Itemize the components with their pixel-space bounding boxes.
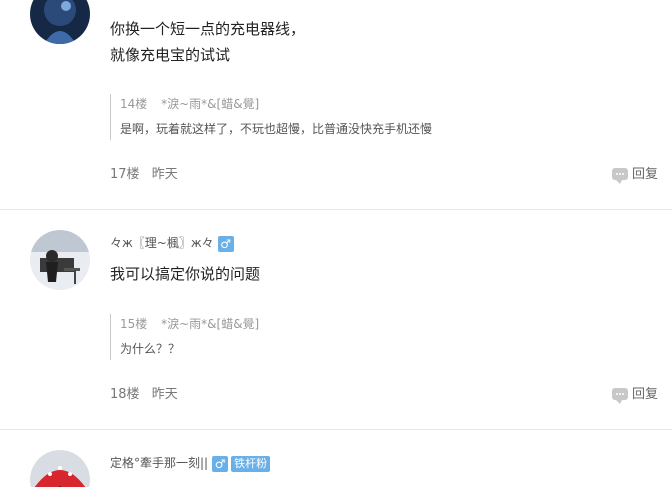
quote-text: 为什么？？ <box>120 342 181 356</box>
quote-username[interactable]: *淚~雨*&[蜡&覺] <box>161 317 259 331</box>
fan-level-badge: 铁杆粉 <box>231 455 271 472</box>
reply-button[interactable]: 回复 <box>611 383 658 404</box>
reply-button[interactable]: 回复 <box>611 163 658 184</box>
username-text[interactable]: 定格°牽手那一刻|| <box>110 456 208 470</box>
reply-post: 定格°牽手那一刻|| ♂ 铁杆粉 <box>0 430 672 487</box>
reply-label: 回复 <box>631 167 658 182</box>
quote-text: 是啊，玩着就这样了，不玩也超慢，比普通没快充手机还慢 <box>120 122 433 136</box>
content-line: 就像充电宝的试试 <box>110 46 231 64</box>
floor-number: 17楼 <box>110 167 140 182</box>
username-text[interactable]: 々ж〖理~楓〗ж々 <box>110 236 214 250</box>
post-content: 我可以搞定你说的问题 <box>110 261 260 287</box>
comment-icon <box>611 387 628 404</box>
post-footer: 17楼 昨天 <box>110 163 178 182</box>
male-icon: ♂ <box>217 235 234 252</box>
post-time: 昨天 <box>151 167 178 182</box>
quote-floor: 14楼 <box>120 97 148 111</box>
reply-post: 々ж〖理~楓〗ж々 ♂ 我可以搞定你说的问题 15楼 *淚~雨*&[蜡&覺] 为什… <box>0 210 672 429</box>
username[interactable]: 定格°牽手那一刻|| ♂ 铁杆粉 <box>110 454 271 472</box>
comment-icon <box>611 167 628 184</box>
avatar[interactable] <box>30 0 90 44</box>
username[interactable]: 々ж〖理~楓〗ж々 ♂ <box>110 234 234 252</box>
avatar[interactable] <box>30 450 90 487</box>
quoted-reply: 14楼 *淚~雨*&[蜡&覺] 是啊，玩着就这样了，不玩也超慢，比普通没快充手机… <box>110 94 432 140</box>
reply-label: 回复 <box>631 387 658 402</box>
post-content: 你换一个短一点的充电器线， 就像充电宝的试试 <box>110 16 305 68</box>
quote-floor: 15楼 <box>120 317 148 331</box>
quoted-reply: 15楼 *淚~雨*&[蜡&覺] 为什么？？ <box>110 314 259 360</box>
avatar[interactable] <box>30 230 90 290</box>
floor-number: 18楼 <box>110 387 140 402</box>
reply-post: 你换一个短一点的充电器线， 就像充电宝的试试 14楼 *淚~雨*&[蜡&覺] 是… <box>0 0 672 209</box>
post-footer: 18楼 昨天 <box>110 383 178 402</box>
content-line: 你换一个短一点的充电器线， <box>110 20 306 38</box>
male-icon: ♂ <box>212 455 229 472</box>
post-time: 昨天 <box>151 387 178 402</box>
content-line: 我可以搞定你说的问题 <box>110 265 261 283</box>
quote-username[interactable]: *淚~雨*&[蜡&覺] <box>161 97 259 111</box>
